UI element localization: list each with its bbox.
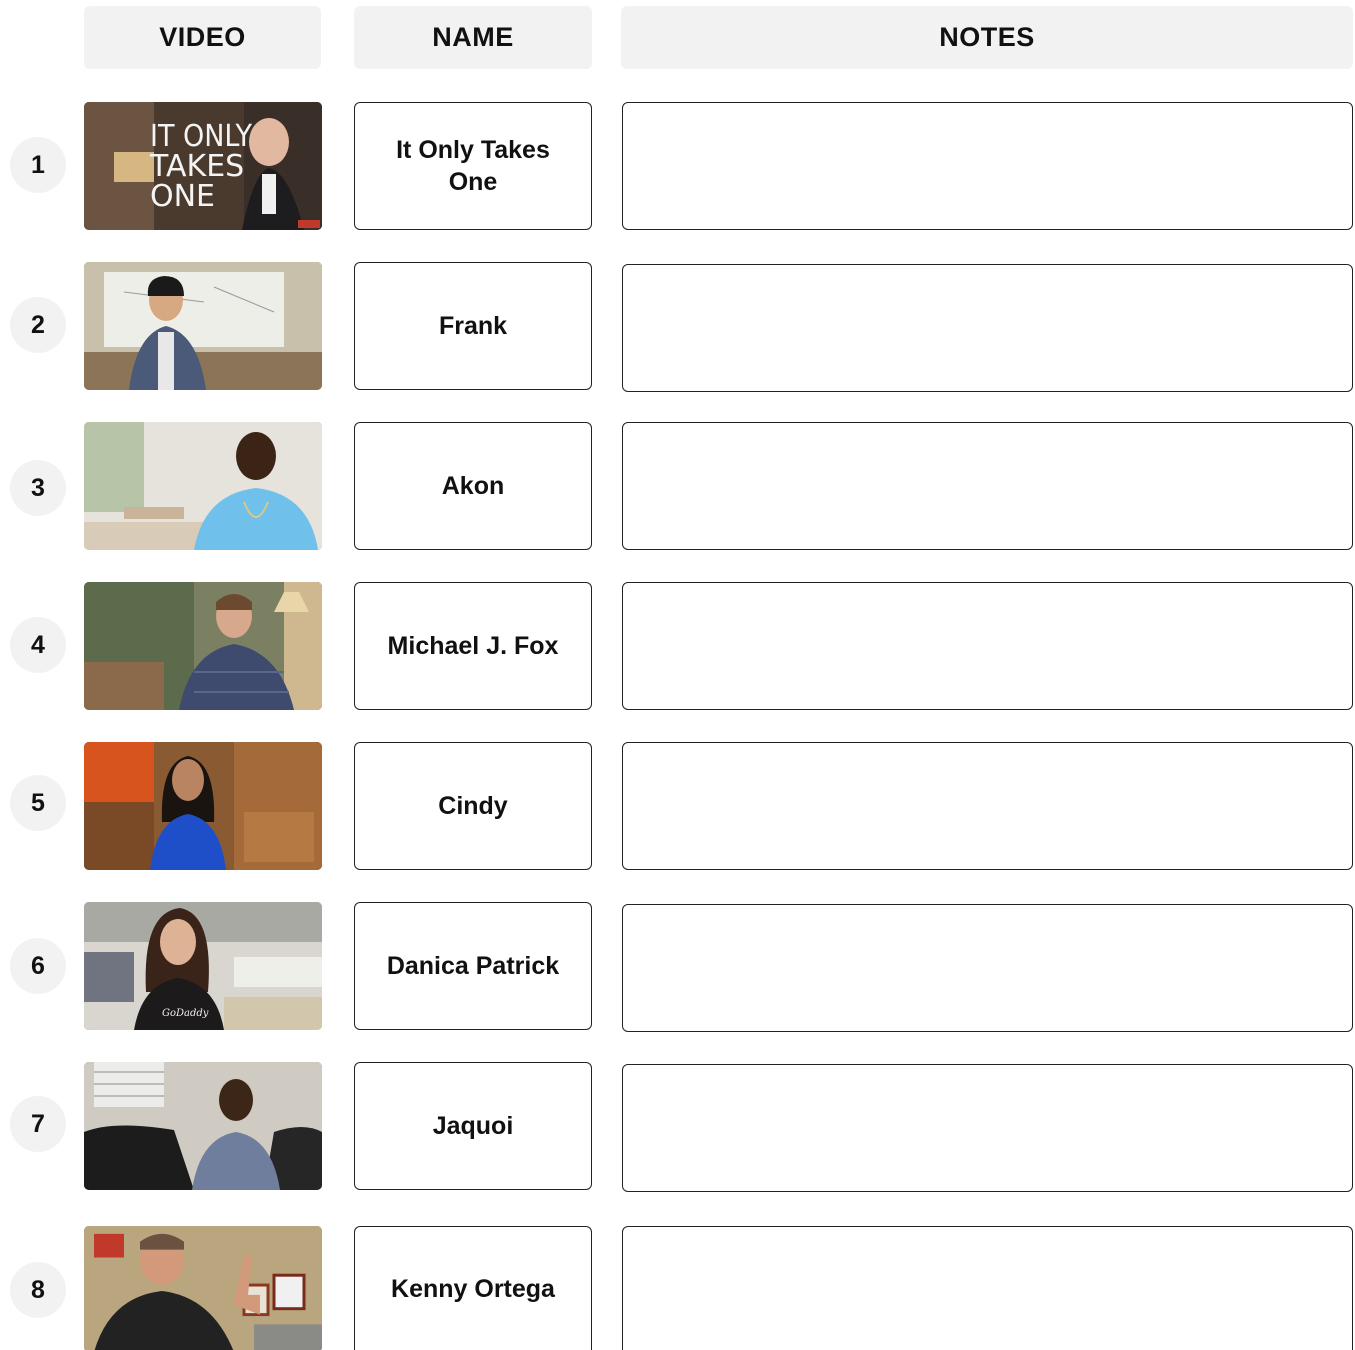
row-number-badge: 8 xyxy=(10,1262,66,1318)
row-number-badge: 2 xyxy=(10,297,66,353)
table-row: 6 GoDaddy Danica Patrick xyxy=(0,902,1355,1032)
video-name-label: Danica Patrick xyxy=(354,902,592,1030)
notes-field[interactable] xyxy=(622,904,1353,1032)
row-number-badge: 6 xyxy=(10,938,66,994)
video-thumbnail[interactable] xyxy=(84,262,322,390)
column-header-video: VIDEO xyxy=(84,6,321,69)
video-name-label: Jaquoi xyxy=(354,1062,592,1190)
column-header-name: NAME xyxy=(354,6,592,69)
table-row: 8 Kenny Ortega xyxy=(0,1226,1355,1350)
table-row: 2 Frank xyxy=(0,262,1355,392)
row-number-badge: 5 xyxy=(10,775,66,831)
video-thumbnail[interactable] xyxy=(84,582,322,710)
table-row: 7 Jaquoi xyxy=(0,1062,1355,1192)
godaddy-shirt-text: GoDaddy xyxy=(162,1008,209,1019)
table-row: 1 IT ONLY TAKES ONE It Only Takes One xyxy=(0,102,1355,232)
notes-field[interactable] xyxy=(622,582,1353,710)
notes-field[interactable] xyxy=(622,422,1353,550)
table-row: 4 Michael J. Fox xyxy=(0,582,1355,712)
notes-field[interactable] xyxy=(622,1064,1353,1192)
video-name-label: Kenny Ortega xyxy=(354,1226,592,1350)
video-thumbnail[interactable] xyxy=(84,1226,322,1350)
row-number-badge: 4 xyxy=(10,617,66,673)
video-thumbnail[interactable] xyxy=(84,422,322,550)
video-thumbnail[interactable] xyxy=(84,742,322,870)
video-thumbnail[interactable] xyxy=(84,1062,322,1190)
notes-field[interactable] xyxy=(622,1226,1353,1350)
row-number-badge: 7 xyxy=(10,1096,66,1152)
video-name-label: It Only Takes One xyxy=(354,102,592,230)
video-thumbnail[interactable]: GoDaddy xyxy=(84,902,322,1030)
row-number-badge: 3 xyxy=(10,460,66,516)
video-name-label: Michael J. Fox xyxy=(354,582,592,710)
video-name-label: Frank xyxy=(354,262,592,390)
column-header-notes: NOTES xyxy=(621,6,1353,69)
table-row: 5 Cindy xyxy=(0,742,1355,872)
row-number-badge: 1 xyxy=(10,137,66,193)
notes-field[interactable] xyxy=(622,102,1353,230)
video-name-label: Akon xyxy=(354,422,592,550)
notes-field[interactable] xyxy=(622,264,1353,392)
svg-text:ONE: ONE xyxy=(150,179,215,214)
notes-field[interactable] xyxy=(622,742,1353,870)
table-row: 3 Akon xyxy=(0,422,1355,552)
video-name-label: Cindy xyxy=(354,742,592,870)
video-thumbnail[interactable]: IT ONLY TAKES ONE xyxy=(84,102,322,230)
